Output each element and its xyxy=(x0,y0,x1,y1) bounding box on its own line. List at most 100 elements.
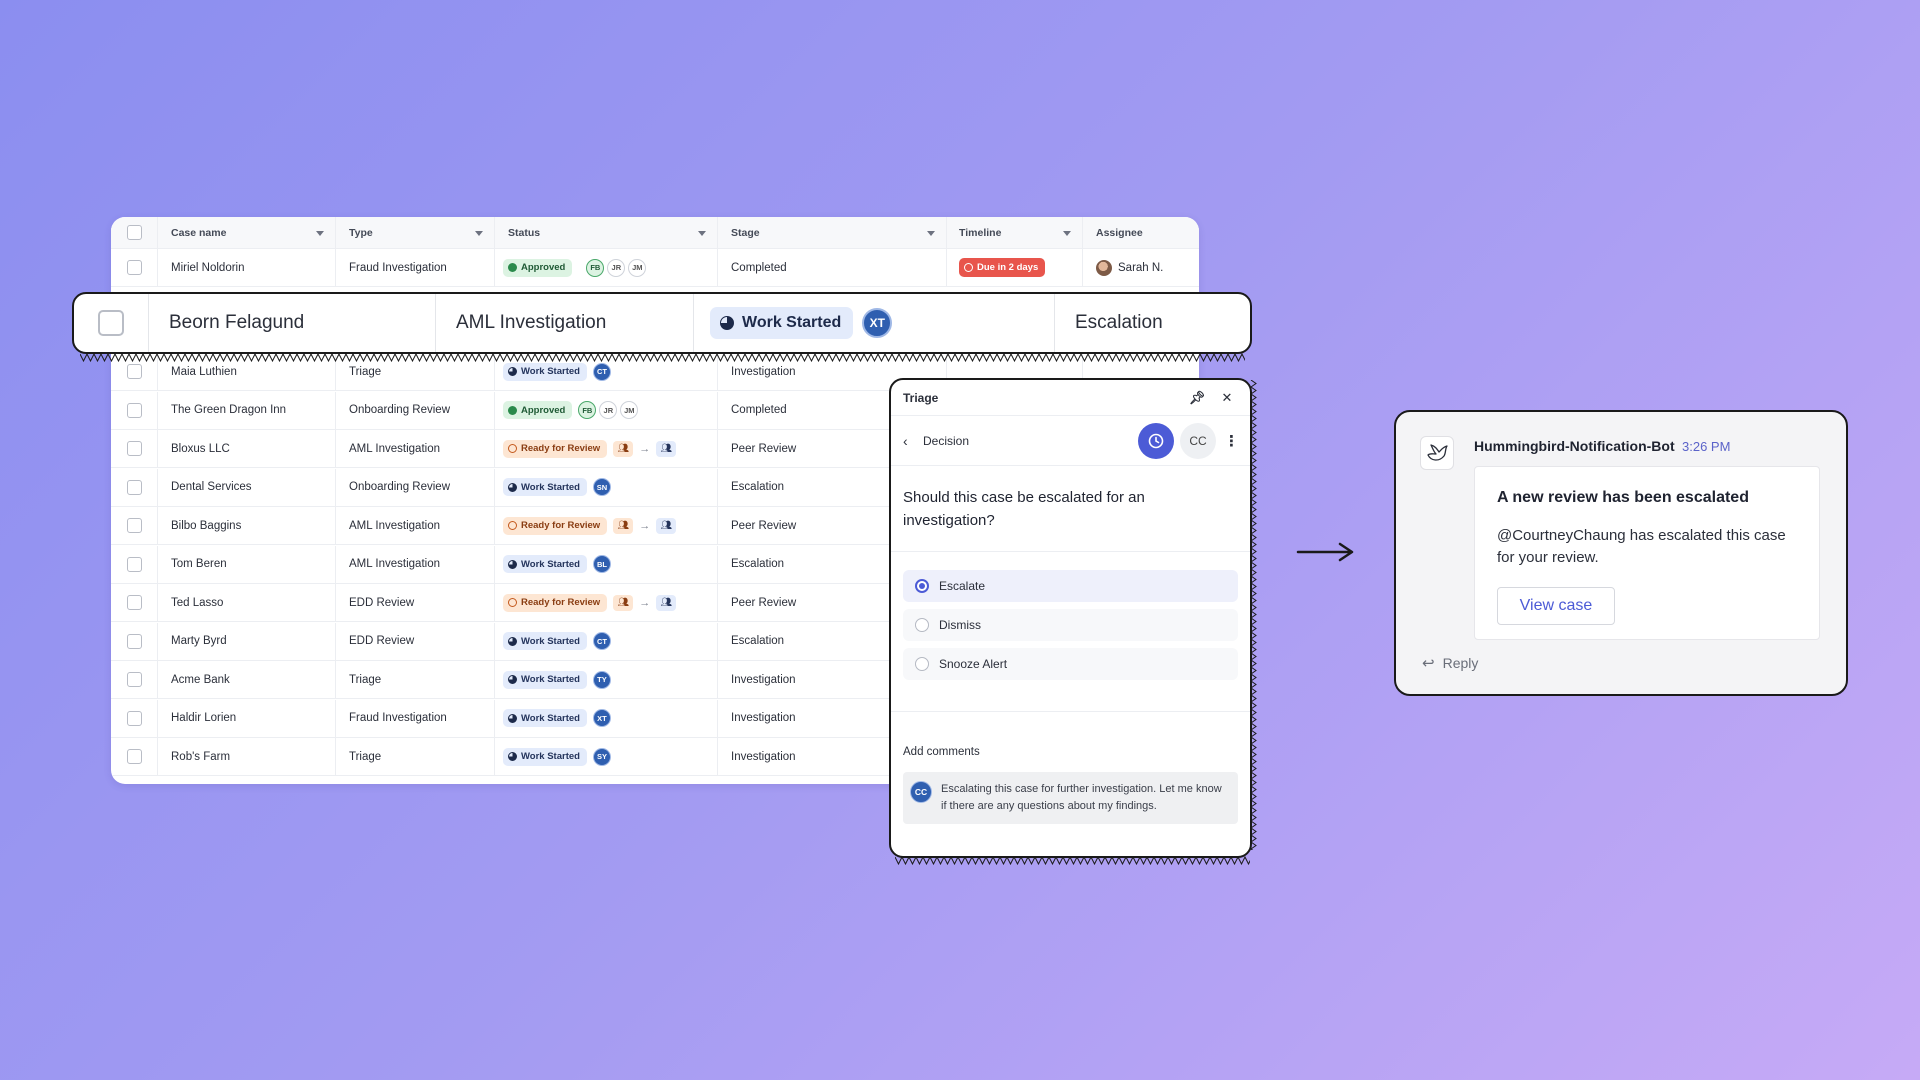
table-row[interactable]: Miriel Noldorin Fraud Investigation Appr… xyxy=(111,249,1199,287)
row-checkbox[interactable] xyxy=(126,556,142,572)
option-snooze[interactable]: Snooze Alert xyxy=(903,648,1238,680)
row-check-cell xyxy=(111,430,158,467)
chevron-down-icon[interactable] xyxy=(475,230,483,236)
header-type[interactable]: Type xyxy=(336,217,495,248)
avatar[interactable]: CT xyxy=(592,632,611,650)
case-name-cell[interactable]: Bilbo Baggins xyxy=(158,507,336,544)
comment-input[interactable]: CC Escalating this case for further inve… xyxy=(903,772,1238,824)
hummingbird-icon xyxy=(1427,444,1448,461)
status-badge[interactable]: Ready for Review xyxy=(503,439,608,458)
avatar[interactable]: SN xyxy=(592,478,611,496)
radio[interactable] xyxy=(915,618,929,632)
case-name-cell[interactable]: Marty Byrd xyxy=(158,622,336,660)
status-badge[interactable]: Approved xyxy=(503,401,573,419)
option-escalate[interactable]: Escalate xyxy=(903,570,1238,602)
row-checkbox[interactable] xyxy=(126,595,142,610)
header-status[interactable]: Status xyxy=(495,217,718,248)
row-checkbox[interactable] xyxy=(126,402,142,418)
group-icon[interactable]: 👥︎ xyxy=(613,440,634,457)
case-name-cell[interactable]: The Green Dragon Inn xyxy=(158,391,336,429)
assignee-cell[interactable]: Sarah N. xyxy=(1083,249,1199,286)
row-checkbox[interactable] xyxy=(126,364,142,379)
row-checkbox[interactable] xyxy=(126,749,142,764)
stage-cell: Escalation xyxy=(1075,312,1163,333)
row-checkbox[interactable] xyxy=(126,441,142,456)
chevron-left-icon[interactable]: ‹ xyxy=(903,433,923,449)
bot-name[interactable]: Hummingbird-Notification-Bot xyxy=(1474,438,1675,454)
group-icon[interactable]: 👥︎ xyxy=(656,440,677,457)
row-checkbox[interactable] xyxy=(126,672,142,687)
status-badge[interactable]: Work Started xyxy=(503,747,587,766)
history-button[interactable] xyxy=(1138,422,1174,459)
status-badge[interactable]: Work Started xyxy=(503,555,587,573)
case-name-cell[interactable]: Ted Lasso xyxy=(158,584,336,621)
chevron-down-icon[interactable] xyxy=(927,230,935,236)
avatar[interactable]: XT xyxy=(592,709,611,727)
case-type-cell: Onboarding Review xyxy=(336,391,495,429)
avatar[interactable]: CT xyxy=(592,362,611,381)
row-checkbox[interactable] xyxy=(126,260,142,275)
chevron-down-icon[interactable] xyxy=(698,230,706,236)
status-badge[interactable]: Ready for Review xyxy=(503,516,608,535)
pin-icon[interactable]: 📌︎ xyxy=(1186,390,1208,406)
option-dismiss[interactable]: Dismiss xyxy=(903,609,1238,641)
radio-selected[interactable] xyxy=(915,579,929,593)
status-badge[interactable]: Work Started xyxy=(503,632,587,650)
header-timeline[interactable]: Timeline xyxy=(947,217,1083,248)
case-name-cell[interactable]: Acme Bank xyxy=(158,661,336,698)
progress-icon xyxy=(508,559,517,569)
close-icon[interactable]: ✕ xyxy=(1216,390,1238,406)
header-stage[interactable]: Stage xyxy=(718,217,947,248)
avatar[interactable]: JR xyxy=(599,401,618,419)
reply-link[interactable]: ↩ Reply xyxy=(1422,654,1478,672)
row-checkbox[interactable] xyxy=(126,633,142,649)
notification-card: Hummingbird-Notification-Bot 3:26 PM A n… xyxy=(1394,410,1848,696)
group-icon[interactable]: 👥︎ xyxy=(613,594,634,611)
group-icon[interactable]: 👥︎ xyxy=(656,517,677,534)
group-icon[interactable]: 👥︎ xyxy=(613,517,634,534)
status-badge[interactable]: Ready for Review xyxy=(503,593,608,612)
highlighted-table-row[interactable]: Beorn Felagund AML Investigation Work St… xyxy=(72,292,1252,354)
pending-icon xyxy=(508,444,517,453)
avatar[interactable]: BL xyxy=(592,555,611,573)
select-all-cell xyxy=(111,217,158,248)
avatar[interactable]: FB xyxy=(586,258,605,277)
avatar[interactable]: SY xyxy=(592,747,611,766)
avatar[interactable]: JM xyxy=(620,401,639,419)
radio[interactable] xyxy=(915,657,929,671)
chevron-down-icon[interactable] xyxy=(316,230,324,236)
status-badge[interactable]: Work Started xyxy=(710,307,854,339)
select-all-checkbox[interactable] xyxy=(126,225,142,240)
case-name-cell[interactable]: Miriel Noldorin xyxy=(158,249,336,286)
row-checkbox[interactable] xyxy=(126,518,142,533)
case-name-cell[interactable]: Tom Beren xyxy=(158,545,336,583)
torn-edge-decoration xyxy=(895,855,1250,865)
status-cell: Ready for Review 👥︎ → 👥︎ xyxy=(495,507,718,544)
view-case-button[interactable]: View case xyxy=(1497,587,1615,625)
avatar[interactable]: TY xyxy=(592,670,611,689)
row-checkbox[interactable] xyxy=(126,710,142,726)
status-badge[interactable]: Work Started xyxy=(503,478,587,496)
avatar[interactable]: XT xyxy=(862,308,893,338)
group-icon[interactable]: 👥︎ xyxy=(656,594,677,611)
case-name-cell[interactable]: Dental Services xyxy=(158,468,336,506)
avatar[interactable]: FB xyxy=(578,401,597,419)
user-avatar-button[interactable]: CC xyxy=(1180,422,1216,459)
header-case-name[interactable]: Case name xyxy=(158,217,336,248)
avatar[interactable]: JM xyxy=(628,258,647,277)
more-vertical-icon[interactable]: ⋮ xyxy=(1224,432,1239,450)
status-badge[interactable]: Approved xyxy=(503,258,573,277)
status-badge[interactable]: Work Started xyxy=(503,709,587,727)
case-name-cell[interactable]: Haldir Lorien xyxy=(158,699,336,737)
chevron-down-icon[interactable] xyxy=(1063,230,1071,236)
row-checkbox[interactable] xyxy=(98,310,124,336)
row-check-cell xyxy=(111,545,158,583)
status-badge[interactable]: Work Started xyxy=(503,670,587,689)
row-checkbox[interactable] xyxy=(126,479,142,495)
status-badge[interactable]: Work Started xyxy=(503,362,587,381)
case-name-cell[interactable]: Bloxus LLC xyxy=(158,430,336,467)
header-assignee[interactable]: Assignee xyxy=(1083,217,1199,248)
case-name-cell[interactable]: Beorn Felagund xyxy=(149,294,436,352)
avatar[interactable]: JR xyxy=(607,258,626,277)
case-name-cell[interactable]: Rob's Farm xyxy=(158,738,336,775)
